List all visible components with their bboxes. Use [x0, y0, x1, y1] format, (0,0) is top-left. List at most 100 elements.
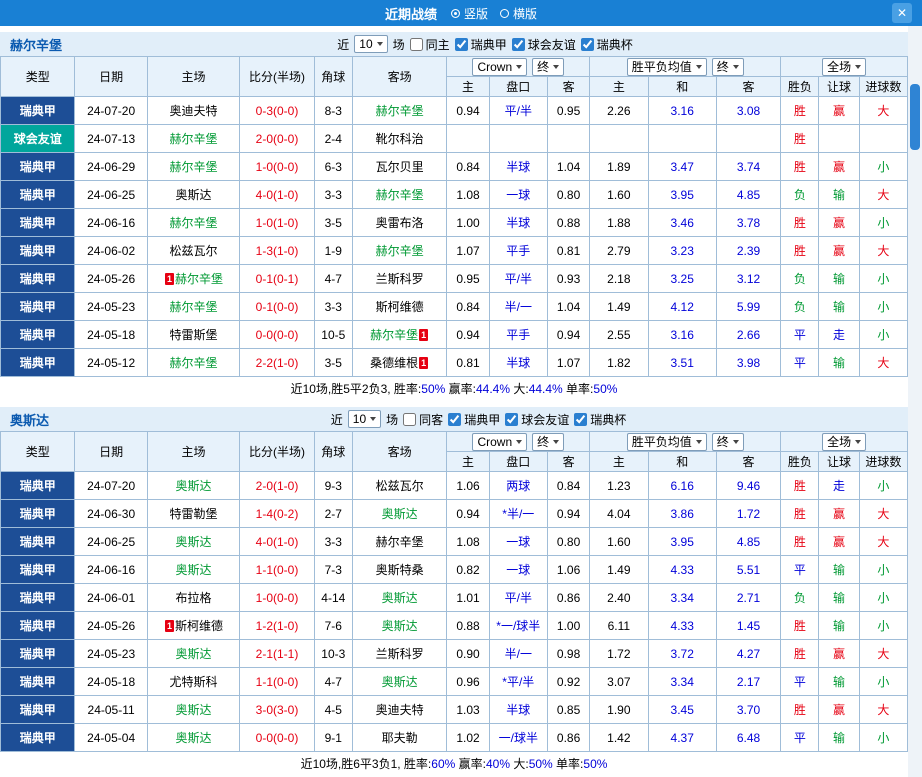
match-row[interactable]: 瑞典甲 24-06-01 布拉格 1-0(0-0) 4-14 奥斯达 1.01 … — [0, 583, 909, 612]
match-row[interactable]: 瑞典甲 24-05-23 赫尔辛堡 0-1(0-0) 3-3 斯柯维德 0.84… — [0, 292, 909, 321]
title-bar: 近期战绩 竖版 横版 ✕ — [0, 0, 922, 26]
avg-select[interactable]: 胜平负均值 — [626, 432, 707, 451]
avg-away-cell: 3.12 — [715, 264, 782, 293]
scrollbar-track[interactable] — [908, 26, 922, 777]
scrollbar-thumb[interactable] — [910, 84, 920, 150]
handicap-result-cell: 走 — [818, 471, 860, 500]
match-row[interactable]: 球会友谊 24-07-13 赫尔辛堡 2-0(0-0) 2-4 靴尔科治 胜 — [0, 124, 909, 153]
match-row[interactable]: 瑞典甲 24-06-25 奥斯达 4-0(1-0) 3-3 赫尔辛堡 1.08 … — [0, 527, 909, 556]
league2-checkbox[interactable] — [505, 412, 519, 426]
scope-select[interactable]: 全场 — [822, 57, 867, 76]
date-cell: 24-05-04 — [74, 723, 148, 752]
home-team-name: 特雷斯堡 — [169, 328, 218, 342]
avg-select[interactable]: 胜平负均值 — [626, 57, 707, 76]
match-row[interactable]: 瑞典甲 24-05-04 奥斯达 0-0(0-0) 9-1 耶夫勒 1.02 一… — [0, 723, 909, 752]
match-row[interactable]: 瑞典甲 24-05-18 特雷斯堡 0-0(0-0) 10-5 赫尔辛堡 1 0.… — [0, 320, 909, 349]
league3-checkbox[interactable] — [580, 37, 594, 51]
away-team-name: 耶夫勒 — [381, 731, 418, 745]
league-type-cell: 球会友谊 — [0, 124, 76, 153]
goals-cell: 小 — [858, 723, 909, 752]
league1-label: 瑞典甲 — [464, 412, 501, 427]
handicap-result-cell: 输 — [818, 611, 860, 640]
col-result: 胜负 — [780, 451, 820, 472]
avg-draw-cell: 3.34 — [647, 583, 717, 612]
same-home-filter[interactable]: 同主 — [409, 36, 450, 53]
match-row[interactable]: 瑞典甲 24-06-30 特雷勒堡 1-4(0-2) 2-7 奥斯达 0.94 … — [0, 499, 909, 528]
away-team-name: 靴尔科治 — [375, 132, 424, 146]
radio-dot-icon — [450, 8, 460, 18]
league-filter-friendly[interactable]: 球会友谊 — [511, 36, 576, 53]
league1-checkbox[interactable] — [448, 412, 462, 426]
close-icon: ✕ — [896, 6, 908, 20]
league-filter-friendly[interactable]: 球会友谊 — [505, 411, 569, 428]
avg-draw-cell: 3.46 — [647, 208, 717, 237]
company-select[interactable]: Crown — [472, 432, 528, 451]
score-cell: 0-1(0-0) — [239, 292, 315, 321]
radio-vertical[interactable]: 竖版 — [450, 5, 488, 22]
avg-draw-cell: 3.16 — [647, 320, 717, 349]
final-avg-select[interactable]: 终 — [711, 57, 744, 76]
avg-home-cell: 2.26 — [589, 96, 649, 125]
home-team-cell: 尤特斯科 — [146, 667, 241, 696]
match-row[interactable]: 瑞典甲 24-05-23 奥斯达 2-1(1-1) 10-3 兰斯科罗 0.90… — [0, 639, 909, 668]
same-away-checkbox[interactable] — [403, 412, 417, 426]
away-team-cell: 兰斯科罗 — [351, 639, 448, 668]
league-filter-allsvenskan[interactable]: 瑞典甲 — [448, 411, 500, 428]
match-row[interactable]: 瑞典甲 24-06-29 赫尔辛堡 1-0(0-0) 6-3 瓦尔贝里 0.84… — [0, 152, 909, 181]
same-away-filter[interactable]: 同客 — [403, 411, 443, 428]
home-team-name: 松兹瓦尔 — [169, 244, 218, 258]
league-filter-allsvenskan[interactable]: 瑞典甲 — [454, 36, 507, 53]
match-count-select[interactable]: 10 — [347, 410, 382, 428]
away-team-name: 奥迪夫特 — [375, 703, 424, 717]
league1-checkbox[interactable] — [454, 37, 468, 51]
odds-away-cell: 0.94 — [546, 320, 591, 349]
score-cell: 1-0(0-0) — [239, 583, 315, 612]
chevron-down-icon — [695, 439, 702, 444]
corner-cell: 3-3 — [313, 527, 353, 556]
match-row[interactable]: 瑞典甲 24-07-20 奥斯达 2-0(1-0) 9-3 松兹瓦尔 1.06 … — [0, 471, 909, 500]
final-odds-select[interactable]: 终 — [532, 57, 565, 76]
league-type-cell: 瑞典甲 — [0, 723, 76, 752]
away-team-cell: 靴尔科治 — [351, 124, 448, 153]
league3-checkbox[interactable] — [574, 412, 588, 426]
match-row[interactable]: 瑞典甲 24-05-18 尤特斯科 1-1(0-0) 4-7 奥斯达 0.96 … — [0, 667, 909, 696]
league2-checkbox[interactable] — [511, 37, 525, 51]
home-team-name: 奥斯达 — [175, 647, 212, 661]
match-row[interactable]: 瑞典甲 24-05-12 赫尔辛堡 2-2(1-0) 3-5 桑德维根 1 0.8… — [0, 348, 909, 377]
goals-cell: 大 — [858, 527, 909, 556]
company-select[interactable]: Crown — [472, 57, 528, 76]
avg-away-cell: 4.27 — [715, 639, 782, 668]
result-cell: 负 — [780, 180, 820, 209]
col-corner: 角球 — [313, 56, 353, 97]
summary-text: 近10场,胜6平3负1, 胜率: — [300, 757, 432, 771]
scope-select[interactable]: 全场 — [822, 432, 867, 451]
col-avg-away: 客 — [715, 76, 782, 97]
odds-away-cell: 0.86 — [546, 583, 591, 612]
away-team-cell: 奥斯达 — [351, 499, 448, 528]
col-avg-draw: 和 — [647, 76, 717, 97]
league-filter-cup[interactable]: 瑞典杯 — [574, 411, 626, 428]
match-row[interactable]: 瑞典甲 24-06-02 松兹瓦尔 1-3(1-0) 1-9 赫尔辛堡 1.07… — [0, 236, 909, 265]
away-team-cell: 奥斯达 — [351, 583, 448, 612]
odds-away-cell — [546, 124, 591, 153]
match-row[interactable]: 瑞典甲 24-06-25 奥斯达 4-0(1-0) 3-3 赫尔辛堡 1.08 … — [0, 180, 909, 209]
close-button[interactable]: ✕ — [892, 3, 912, 23]
red-card-badge: 1 — [165, 620, 175, 632]
match-row[interactable]: 瑞典甲 24-07-20 奥迪夫特 0-3(0-0) 8-3 赫尔辛堡 0.94… — [0, 96, 909, 125]
radio-horizontal[interactable]: 横版 — [500, 5, 537, 22]
col-home: 主场 — [146, 56, 241, 97]
match-row[interactable]: 瑞典甲 24-06-16 赫尔辛堡 1-0(1-0) 3-5 奥雷布洛 1.00… — [0, 208, 909, 237]
league-filter-cup[interactable]: 瑞典杯 — [580, 36, 633, 53]
result-cell: 负 — [780, 583, 820, 612]
result-cell: 胜 — [780, 611, 820, 640]
final-odds-select[interactable]: 终 — [532, 432, 565, 451]
same-home-checkbox[interactable] — [409, 37, 423, 51]
match-count-select[interactable]: 10 — [354, 35, 388, 53]
match-row[interactable]: 瑞典甲 24-05-26 1 赫尔辛堡 0-1(0-1) 4-7 兰斯科罗 0.9… — [0, 264, 909, 293]
final-avg-select[interactable]: 终 — [711, 432, 744, 451]
match-row[interactable]: 瑞典甲 24-05-11 奥斯达 3-0(3-0) 4-5 奥迪夫特 1.03 … — [0, 695, 909, 724]
match-row[interactable]: 瑞典甲 24-05-26 1 斯柯维德 1-2(1-0) 7-6 奥斯达 0.88… — [0, 611, 909, 640]
match-row[interactable]: 瑞典甲 24-06-16 奥斯达 1-1(0-0) 7-3 奥斯特桑 0.82 … — [0, 555, 909, 584]
league-type-cell: 瑞典甲 — [0, 499, 76, 528]
league-type-cell: 瑞典甲 — [0, 611, 76, 640]
